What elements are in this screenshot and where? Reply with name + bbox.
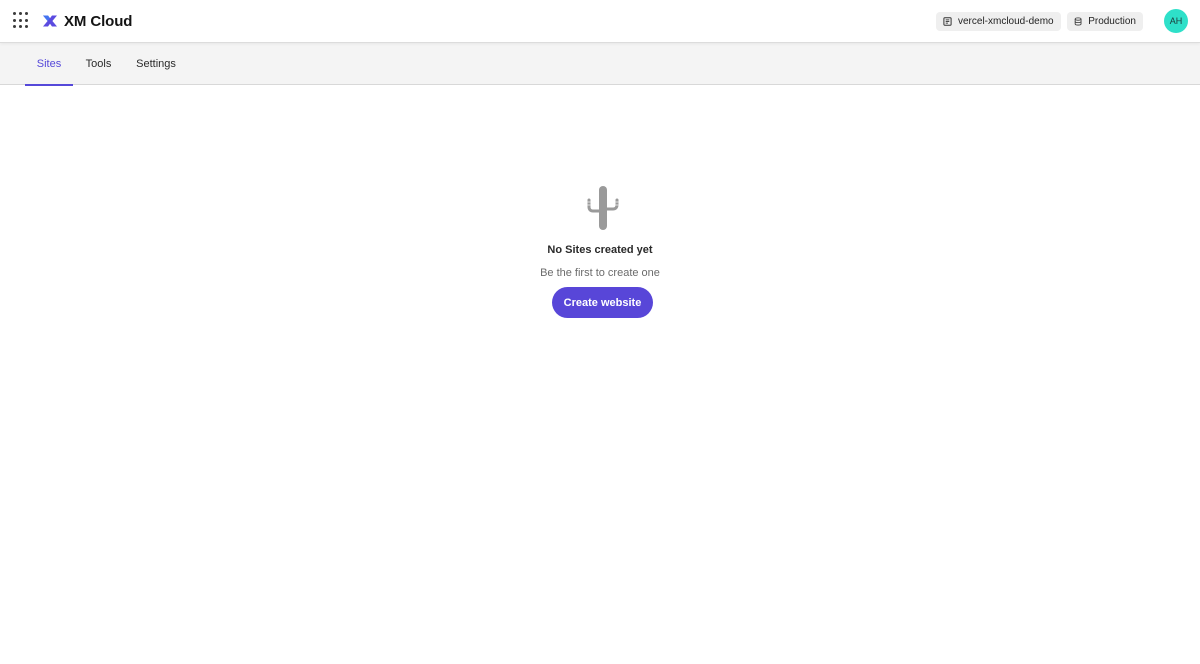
database-label: Production [1088,16,1136,27]
project-icon [943,17,952,26]
tab-tools[interactable]: Tools [78,43,119,85]
top-navigation-bar: XM Cloud vercel-xmcloud-demo Production … [0,0,1200,43]
xm-cloud-logo-icon [43,15,57,27]
grid-dots-icon[interactable] [13,12,31,30]
brand[interactable]: XM Cloud [42,11,132,31]
database-icon [1074,17,1082,26]
database-selector[interactable]: Production [1067,12,1143,31]
empty-state-title: No Sites created yet [547,244,653,256]
avatar[interactable]: AH [1164,9,1188,33]
tab-settings[interactable]: Settings [128,43,184,85]
empty-state-subtitle: Be the first to create one [540,267,660,279]
create-website-button[interactable]: Create website [552,287,653,318]
tab-sites[interactable]: Sites [25,43,73,86]
app-name: XM Cloud [64,12,133,30]
avatar-initials: AH [1169,16,1183,26]
environment-selector[interactable]: vercel-xmcloud-demo [936,12,1061,31]
cactus-icon [587,186,619,230]
tab-bar: Sites Tools Settings [0,43,1200,86]
environment-label: vercel-xmcloud-demo [958,16,1054,27]
